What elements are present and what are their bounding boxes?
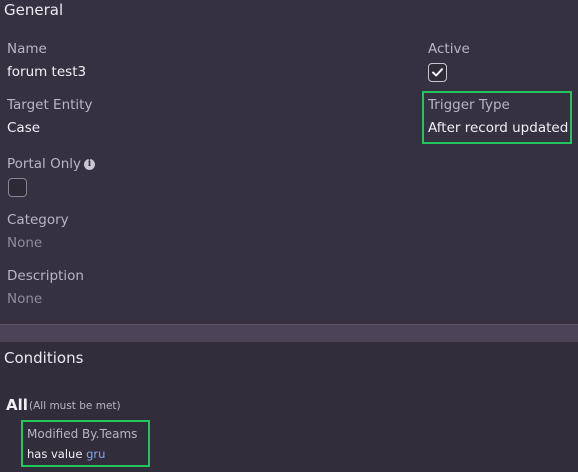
category-label: Category	[7, 212, 69, 228]
section-divider	[0, 324, 578, 342]
active-checkbox[interactable]	[428, 63, 447, 82]
target-entity-value: Case	[7, 120, 41, 136]
name-label: Name	[7, 41, 47, 57]
target-entity-label: Target Entity	[7, 97, 93, 113]
trigger-type-label: Trigger Type	[428, 97, 510, 113]
checkmark-icon	[432, 68, 443, 77]
general-panel: General Name forum test3 Active Target E…	[0, 0, 578, 324]
info-icon[interactable]: i	[84, 159, 95, 170]
general-section-title: General	[4, 1, 64, 19]
condition-group-note: (All must be met)	[29, 400, 121, 412]
portal-only-checkbox[interactable]	[8, 178, 27, 197]
condition-expression: has value gru	[27, 447, 105, 461]
description-value: None	[7, 291, 43, 307]
description-label: Description	[7, 268, 84, 284]
active-label: Active	[428, 41, 470, 57]
conditions-panel: Conditions All (All must be met) Modifie…	[0, 342, 578, 472]
condition-group-label: All	[6, 396, 28, 414]
condition-value-link[interactable]: gru	[86, 447, 105, 461]
name-value: forum test3	[7, 64, 87, 80]
conditions-section-title: Conditions	[4, 349, 84, 367]
trigger-type-value: After record updated	[428, 120, 569, 136]
condition-field: Modified By.Teams	[27, 427, 138, 441]
category-value: None	[7, 235, 43, 251]
portal-only-label: Portal Only	[7, 156, 81, 172]
condition-operator: has value	[27, 447, 83, 461]
